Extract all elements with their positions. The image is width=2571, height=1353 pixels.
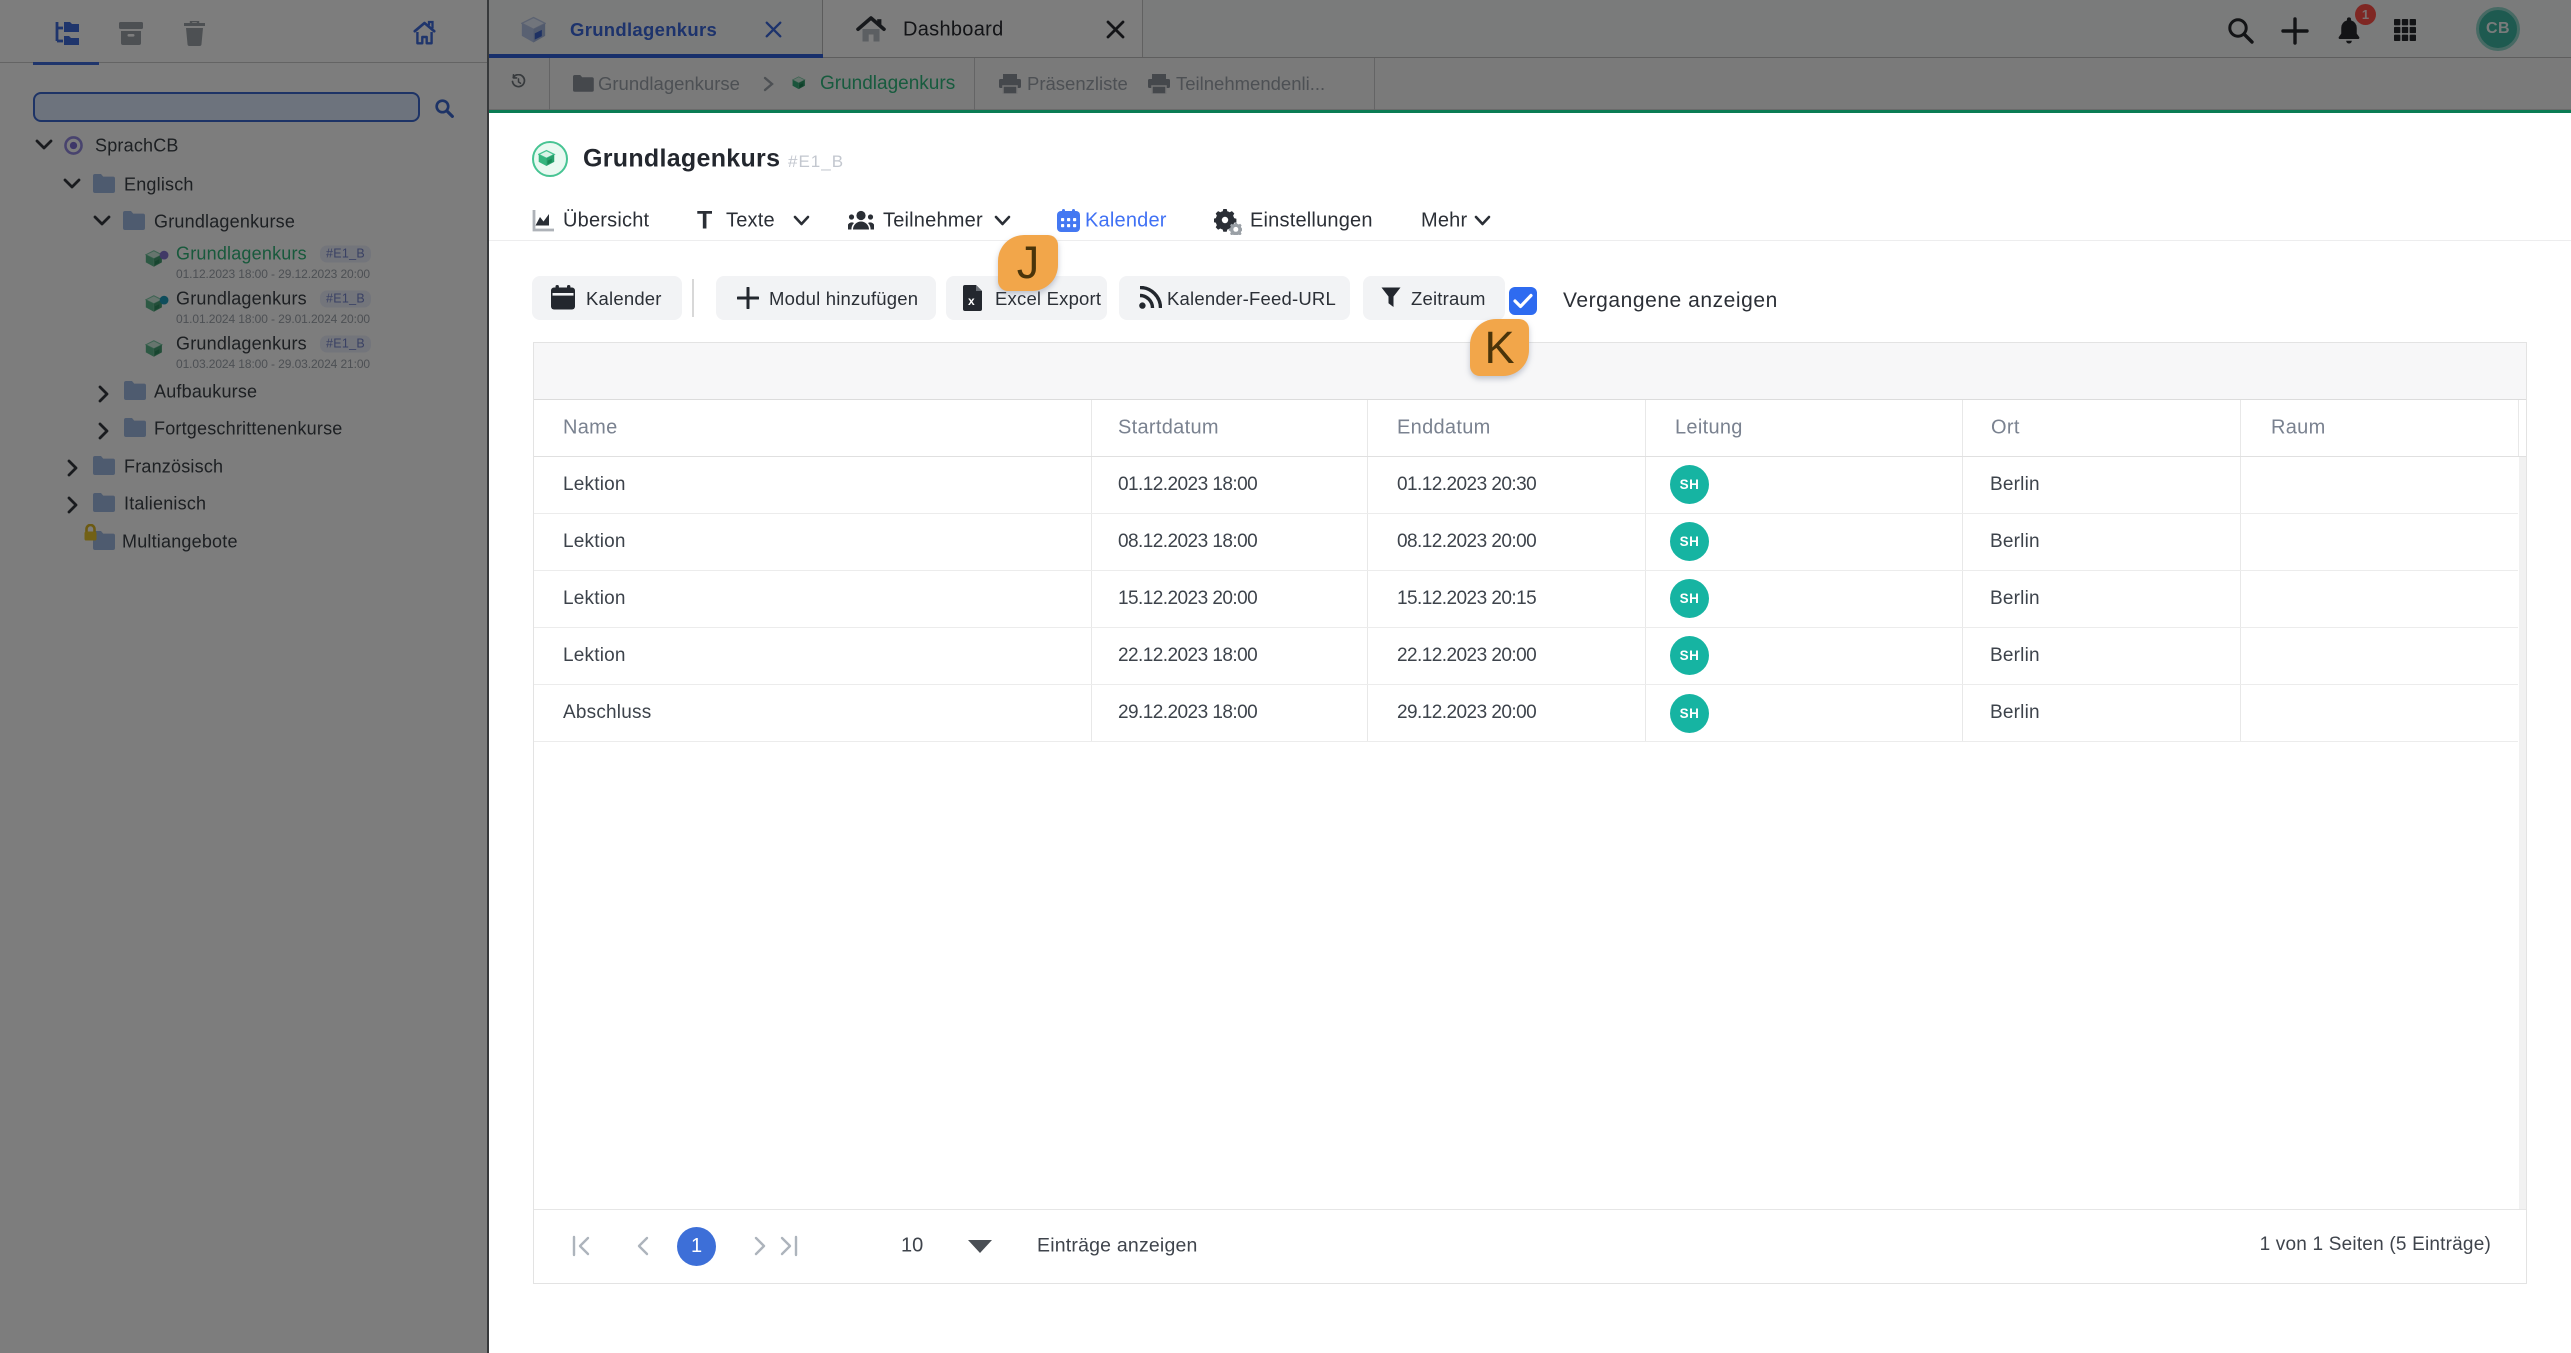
svg-text:x: x	[968, 294, 975, 308]
